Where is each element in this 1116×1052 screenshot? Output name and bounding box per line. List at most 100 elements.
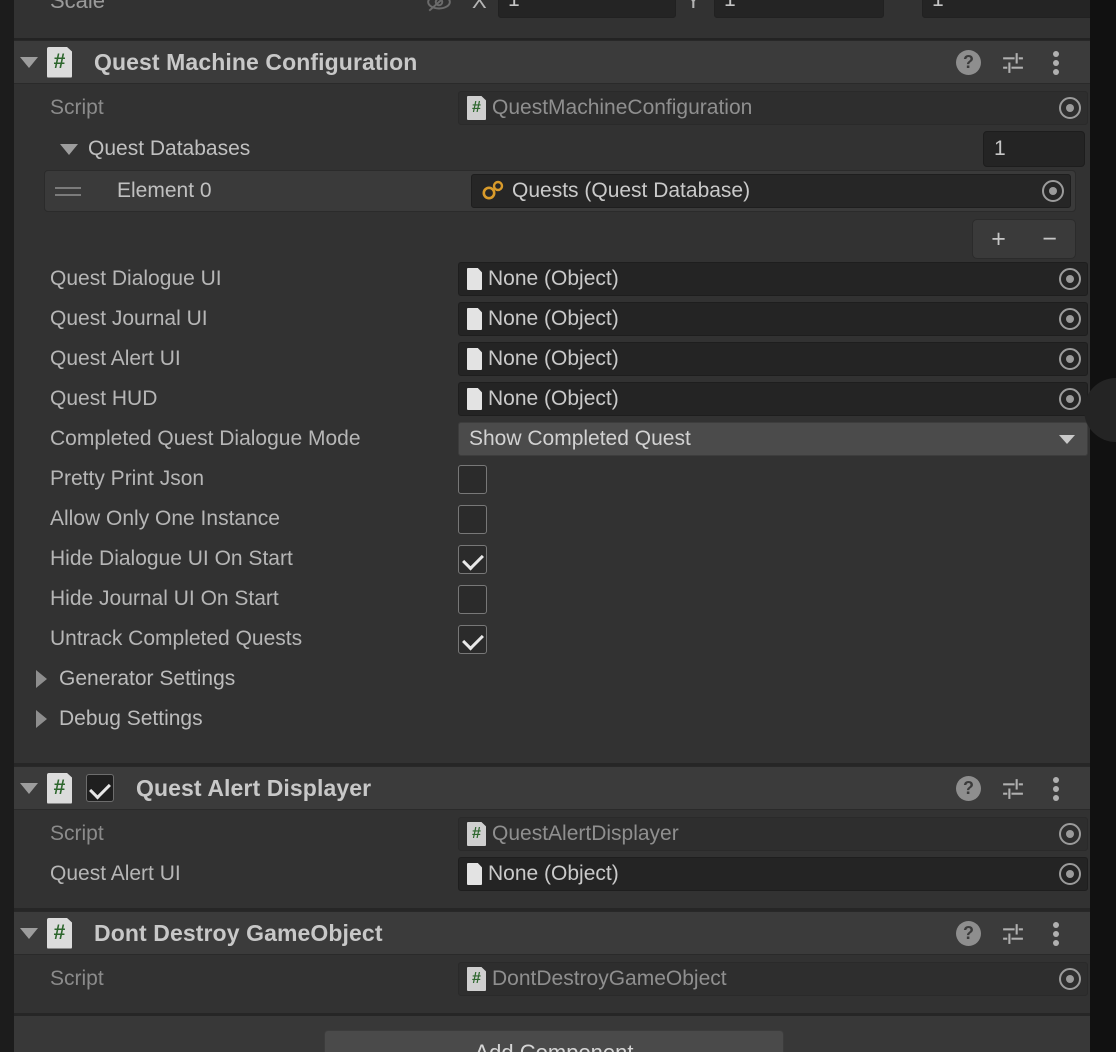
object-picker-button[interactable] bbox=[1036, 175, 1070, 207]
foldout-toggle-quest-alert-displayer[interactable] bbox=[14, 766, 44, 810]
array-header-quest-databases[interactable]: Quest Databases 1 bbox=[14, 128, 1090, 170]
scale-z-input[interactable]: 1 bbox=[922, 0, 1094, 18]
object-field-value: None (Object) bbox=[488, 307, 619, 330]
object-field[interactable]: None (Object) bbox=[458, 302, 1088, 336]
menu-icon[interactable] bbox=[1044, 776, 1069, 801]
array-size-input[interactable]: 1 bbox=[983, 131, 1085, 167]
dropdown-value: Show Completed Quest bbox=[469, 427, 691, 450]
script-label: Script bbox=[50, 822, 104, 845]
object-field[interactable]: None (Object) bbox=[458, 857, 1088, 891]
property-row-quest-alert-ui: Quest Alert UI None (Object) bbox=[14, 339, 1090, 379]
hide-dialogue-ui-on-start-checkbox[interactable] bbox=[458, 544, 487, 574]
allow-only-one-instance-checkbox[interactable] bbox=[458, 504, 487, 534]
array-element-label: Element 0 bbox=[117, 179, 212, 202]
chevron-down-icon bbox=[20, 782, 38, 794]
object-picker-button[interactable] bbox=[1053, 92, 1087, 124]
object-field-value: None (Object) bbox=[488, 347, 619, 370]
foldout-toggle-quest-machine-configuration[interactable] bbox=[14, 40, 44, 84]
component-header-quest-alert-displayer[interactable]: # Quest Alert Displayer ? bbox=[14, 766, 1090, 810]
preset-icon[interactable] bbox=[1000, 921, 1025, 946]
foldout-label: Generator Settings bbox=[59, 667, 236, 690]
chevron-down-icon bbox=[20, 56, 38, 68]
help-icon[interactable]: ? bbox=[956, 920, 981, 946]
scale-label: Scale bbox=[50, 0, 106, 13]
component-header-dont-destroy-gameobject[interactable]: # Dont Destroy GameObject ? bbox=[14, 911, 1090, 955]
object-field[interactable]: None (Object) bbox=[458, 382, 1088, 416]
document-icon bbox=[467, 268, 482, 290]
help-icon[interactable]: ? bbox=[956, 775, 981, 801]
menu-icon[interactable] bbox=[1044, 921, 1069, 946]
script-label: Script bbox=[50, 967, 104, 990]
foldout-generator-settings[interactable]: Generator Settings bbox=[14, 659, 1090, 699]
scale-y-label: Y bbox=[686, 0, 701, 13]
chevron-down-icon[interactable] bbox=[60, 143, 78, 155]
eye-off-icon[interactable] bbox=[426, 0, 452, 12]
property-label: Pretty Print Json bbox=[50, 467, 205, 490]
object-picker-button[interactable] bbox=[1053, 818, 1087, 850]
property-row-quest-alert-ui: Quest Alert UI None (Object) bbox=[14, 854, 1090, 894]
script-value: QuestAlertDisplayer bbox=[492, 822, 679, 845]
chevron-down-icon bbox=[1059, 434, 1075, 444]
scale-x-input[interactable]: 1 bbox=[498, 0, 676, 18]
object-picker-button[interactable] bbox=[1053, 858, 1087, 890]
script-object-field: # QuestAlertDisplayer bbox=[458, 817, 1088, 851]
target-icon bbox=[1059, 388, 1081, 410]
object-picker-button[interactable] bbox=[1053, 263, 1087, 295]
untrack-completed-quests-checkbox[interactable] bbox=[458, 624, 487, 654]
completed-quest-dialogue-mode-dropdown[interactable]: Show Completed Quest bbox=[458, 422, 1088, 456]
property-label: Quest Journal UI bbox=[50, 307, 208, 330]
object-field[interactable]: None (Object) bbox=[458, 262, 1088, 296]
object-picker-button[interactable] bbox=[1053, 303, 1087, 335]
property-label: Completed Quest Dialogue Mode bbox=[50, 427, 361, 450]
help-icon[interactable]: ? bbox=[956, 49, 981, 75]
script-icon: # bbox=[467, 96, 486, 120]
component-header-quest-machine-configuration[interactable]: # Quest Machine Configuration ? bbox=[14, 40, 1090, 84]
document-icon bbox=[467, 348, 482, 370]
property-row-hide-dialogue-ui-on-start: Hide Dialogue UI On Start bbox=[14, 539, 1090, 579]
script-row: Script # QuestAlertDisplayer bbox=[14, 814, 1090, 854]
foldout-debug-settings[interactable]: Debug Settings bbox=[14, 699, 1090, 739]
right-gutter bbox=[1090, 0, 1116, 1052]
array-add-button[interactable]: + bbox=[991, 226, 1006, 252]
component-body-quest-machine-configuration: Script # QuestMachineConfiguration Quest… bbox=[14, 84, 1090, 763]
chevron-right-icon bbox=[36, 670, 47, 688]
foldout-toggle-dont-destroy-gameobject[interactable] bbox=[14, 911, 44, 955]
target-icon bbox=[1042, 180, 1064, 202]
document-icon bbox=[467, 388, 482, 410]
scale-y-input[interactable]: 1 bbox=[714, 0, 884, 18]
script-value: QuestMachineConfiguration bbox=[492, 96, 753, 119]
property-row-pretty-print-json: Pretty Print Json bbox=[14, 459, 1090, 499]
target-icon bbox=[1059, 348, 1081, 370]
chevron-down-icon bbox=[20, 927, 38, 939]
inspector-window: Scale X 1 Y 1 Z 1 # Quest Machine Config… bbox=[0, 0, 1116, 1052]
component-body-dont-destroy-gameobject: Script # DontDestroyGameObject bbox=[14, 955, 1090, 1013]
preset-icon[interactable] bbox=[1000, 50, 1025, 75]
property-label: Hide Journal UI On Start bbox=[50, 587, 279, 610]
target-icon bbox=[1059, 308, 1081, 330]
object-picker-button[interactable] bbox=[1053, 383, 1087, 415]
scale-x-label: X bbox=[472, 0, 487, 13]
pretty-print-json-checkbox[interactable] bbox=[458, 464, 487, 494]
component-enable-checkbox[interactable] bbox=[86, 774, 114, 802]
hide-journal-ui-on-start-checkbox[interactable] bbox=[458, 584, 487, 614]
object-field[interactable]: None (Object) bbox=[458, 342, 1088, 376]
property-label: Allow Only One Instance bbox=[50, 507, 280, 530]
array-remove-button[interactable]: − bbox=[1042, 226, 1057, 252]
menu-icon[interactable] bbox=[1044, 50, 1069, 75]
array-element-object-field[interactable]: Quests (Quest Database) bbox=[471, 174, 1071, 208]
object-picker-button[interactable] bbox=[1053, 963, 1087, 995]
component-body-quest-alert-displayer: Script # QuestAlertDisplayer Quest Alert… bbox=[14, 810, 1090, 908]
property-label: Quest Dialogue UI bbox=[50, 267, 222, 290]
drag-handle-icon[interactable] bbox=[55, 186, 89, 196]
array-element-row[interactable]: Element 0 Quests (Quest Database) bbox=[44, 170, 1076, 212]
add-component-button[interactable]: Add Component bbox=[324, 1030, 784, 1052]
target-icon bbox=[1059, 968, 1081, 990]
object-field-value: None (Object) bbox=[488, 387, 619, 410]
object-picker-button[interactable] bbox=[1053, 343, 1087, 375]
script-icon: # bbox=[47, 46, 72, 78]
target-icon bbox=[1059, 823, 1081, 845]
script-row: Script # DontDestroyGameObject bbox=[14, 959, 1090, 999]
preset-icon[interactable] bbox=[1000, 776, 1025, 801]
left-gutter bbox=[0, 0, 14, 1052]
chevron-right-icon bbox=[36, 710, 47, 728]
